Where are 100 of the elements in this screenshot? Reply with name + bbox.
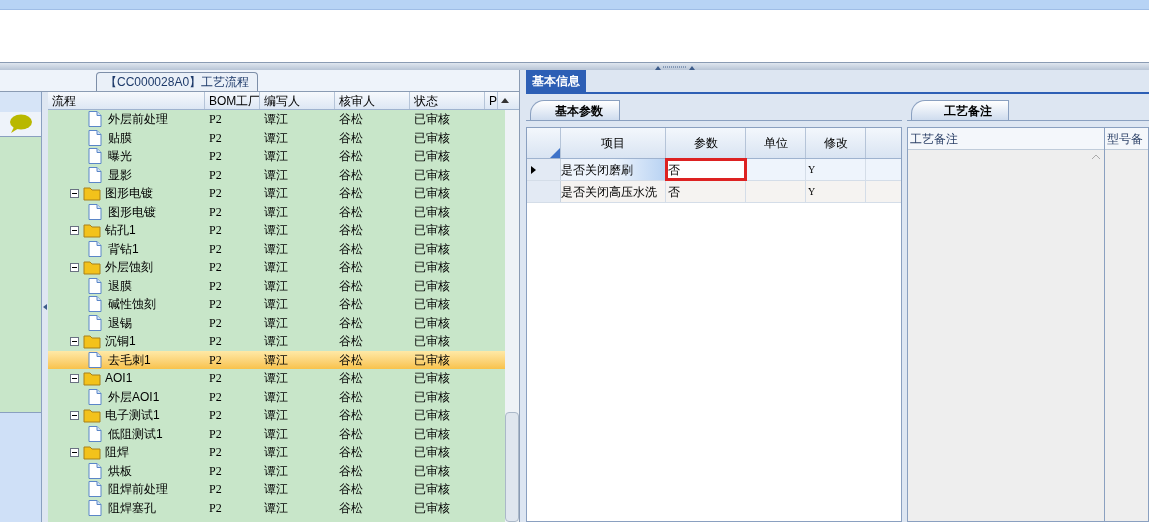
scrollbar-thumb[interactable] [505, 412, 519, 522]
table-cell-text: P2 [208, 481, 223, 499]
tree-node-label[interactable]: 外层前处理 [108, 110, 168, 129]
tree-row[interactable]: 曝光 P2 谭江 谷松 已审核 [48, 147, 505, 166]
tree-row[interactable]: 阻焊 P2 谭江 谷松 已审核 [48, 443, 505, 462]
notes-field[interactable] [1105, 150, 1148, 521]
table-cell-text: 谭江 [263, 462, 289, 480]
notes-field[interactable] [908, 150, 1104, 521]
panel-tab[interactable]: 基本参数 [530, 100, 620, 120]
tree-node-label[interactable]: 沉铜1 [105, 332, 136, 351]
tree-row[interactable]: 钻孔1 P2 谭江 谷松 已审核 [48, 221, 505, 240]
tree-node-label[interactable]: 电子测试1 [105, 406, 160, 425]
collapse-toggle-icon[interactable] [70, 410, 79, 420]
column-header[interactable]: 流程 [48, 92, 205, 109]
tree-node-label[interactable]: 阻焊 [105, 443, 129, 462]
tree-node-label[interactable]: 去毛刺1 [108, 350, 151, 369]
document-icon [88, 425, 102, 442]
splitter-bar[interactable] [0, 62, 1149, 70]
column-header[interactable]: 项目 [561, 128, 666, 158]
table-cell-text: 谷松 [338, 481, 364, 499]
column-header[interactable]: P [485, 92, 498, 109]
table-cell-text: 谭江 [263, 129, 289, 147]
tree-row[interactable]: AOI1 P2 谭江 谷松 已审核 [48, 369, 505, 388]
table-cell-text: P2 [208, 425, 223, 443]
table-cell-text: 已审核 [413, 129, 451, 147]
table-cell-text: 谭江 [263, 111, 289, 129]
tree-row[interactable]: 低阻测试1 P2 谭江 谷松 已审核 [48, 424, 505, 443]
tree-row[interactable]: 阻焊塞孔 P2 谭江 谷松 已审核 [48, 498, 505, 517]
column-header[interactable]: 修改 [806, 128, 866, 158]
tree-node-label[interactable]: 阻焊塞孔 [108, 498, 156, 517]
table-cell-text: 已审核 [413, 370, 451, 388]
scrollbar[interactable] [505, 110, 519, 522]
tree-node-label[interactable]: 外层AOI1 [108, 387, 160, 406]
document-icon [88, 166, 102, 183]
tree-node-label[interactable]: 低阻测试1 [108, 424, 163, 443]
panel-tab[interactable]: 工艺备注 [911, 100, 1009, 120]
table-cell[interactable]: 否 [666, 181, 746, 202]
table-cell-text: 谭江 [263, 240, 289, 258]
table-cell-text: 谷松 [338, 240, 364, 258]
tree-row[interactable]: 贴膜 P2 谭江 谷松 已审核 [48, 128, 505, 147]
tree-node-label[interactable]: 退膜 [108, 276, 132, 295]
tree-row[interactable]: 外层蚀刻 P2 谭江 谷松 已审核 [48, 258, 505, 277]
tree-row[interactable]: 电子测试1 P2 谭江 谷松 已审核 [48, 406, 505, 425]
column-header[interactable]: 编写人 [260, 92, 335, 109]
tree-node-label[interactable]: 背钻1 [108, 239, 139, 258]
tree-row[interactable]: 沉铜1 P2 谭江 谷松 已审核 [48, 332, 505, 351]
panel-tab[interactable]: 基本信息 [526, 70, 586, 92]
tree-row[interactable]: 背钻1 P2 谭江 谷松 已审核 [48, 239, 505, 258]
tree-row[interactable]: 外层前处理 P2 谭江 谷松 已审核 [48, 110, 505, 129]
table-cell-text: 谭江 [263, 296, 289, 314]
table-cell-text: 谭江 [263, 222, 289, 240]
tree-node-label[interactable]: 图形电镀 [108, 202, 156, 221]
column-header[interactable]: 单位 [746, 128, 806, 158]
tree-node-label[interactable]: 曝光 [108, 147, 132, 166]
scroll-up-icon[interactable] [501, 98, 509, 103]
tree-node-label[interactable]: 图形电镀 [105, 184, 153, 203]
collapse-toggle-icon[interactable] [70, 336, 79, 346]
speech-bubble-icon[interactable] [9, 114, 33, 134]
tree-node-label[interactable]: 贴膜 [108, 128, 132, 147]
collapse-toggle-icon[interactable] [70, 188, 79, 198]
table-cell-text: 谭江 [263, 370, 289, 388]
tree-row[interactable]: 图形电镀 P2 谭江 谷松 已审核 [48, 184, 505, 203]
collapse-toggle-icon[interactable] [70, 262, 79, 272]
table-cell-text: 谷松 [338, 314, 364, 332]
table-cell-text: P2 [208, 240, 223, 258]
grip-icon [654, 65, 695, 70]
tree-row[interactable]: 退锡 P2 谭江 谷松 已审核 [48, 313, 505, 332]
editing-cell[interactable]: 否 [666, 159, 746, 180]
column-header[interactable]: 核审人 [335, 92, 410, 109]
tree-node-label[interactable]: 退锡 [108, 313, 132, 332]
tree-node-label[interactable]: 外层蚀刻 [105, 258, 153, 277]
table-cell-text: P2 [208, 314, 223, 332]
column-header[interactable]: BOM工厂 [205, 92, 260, 109]
panel-tab[interactable]: 【CC000028A0】工艺流程 [96, 72, 259, 91]
tree-row[interactable]: 显影 P2 谭江 谷松 已审核 [48, 165, 505, 184]
selected-record-row[interactable] [0, 0, 1149, 10]
table-cell-text: P2 [208, 129, 223, 147]
notes-label: 工艺备注 [908, 128, 1104, 150]
table-cell: 是否关闭高压水洗 [561, 181, 666, 202]
param-row[interactable]: 是否关闭高压水洗 否 Y [527, 181, 901, 203]
column-header[interactable]: 状态 [410, 92, 485, 109]
tree-row[interactable]: 去毛刺1 P2 谭江 谷松 已审核 [48, 350, 505, 369]
tree-node-label[interactable]: 显影 [108, 165, 132, 184]
tree-row[interactable]: 阻焊前处理 P2 谭江 谷松 已审核 [48, 480, 505, 499]
table-cell-text: P2 [208, 462, 223, 480]
tree-row[interactable]: 图形电镀 P2 谭江 谷松 已审核 [48, 202, 505, 221]
tree-node-label[interactable]: 碱性蚀刻 [108, 295, 156, 314]
collapse-toggle-icon[interactable] [70, 373, 79, 383]
tree-row[interactable]: 烘板 P2 谭江 谷松 已审核 [48, 461, 505, 480]
tree-row[interactable]: 碱性蚀刻 P2 谭江 谷松 已审核 [48, 295, 505, 314]
param-row[interactable]: 是否关闭磨刷 否 Y [527, 159, 901, 181]
tree-node-label[interactable]: 烘板 [108, 461, 132, 480]
collapse-toggle-icon[interactable] [70, 447, 79, 457]
tree-node-label[interactable]: 钻孔1 [105, 221, 136, 240]
tree-node-label[interactable]: AOI1 [105, 369, 133, 388]
table-cell: 是否关闭磨刷 [561, 159, 666, 180]
tree-row[interactable]: 退膜 P2 谭江 谷松 已审核 [48, 276, 505, 295]
tree-node-label[interactable]: 阻焊前处理 [108, 480, 168, 499]
collapse-toggle-icon[interactable] [70, 225, 79, 235]
tree-row[interactable]: 外层AOI1 P2 谭江 谷松 已审核 [48, 387, 505, 406]
